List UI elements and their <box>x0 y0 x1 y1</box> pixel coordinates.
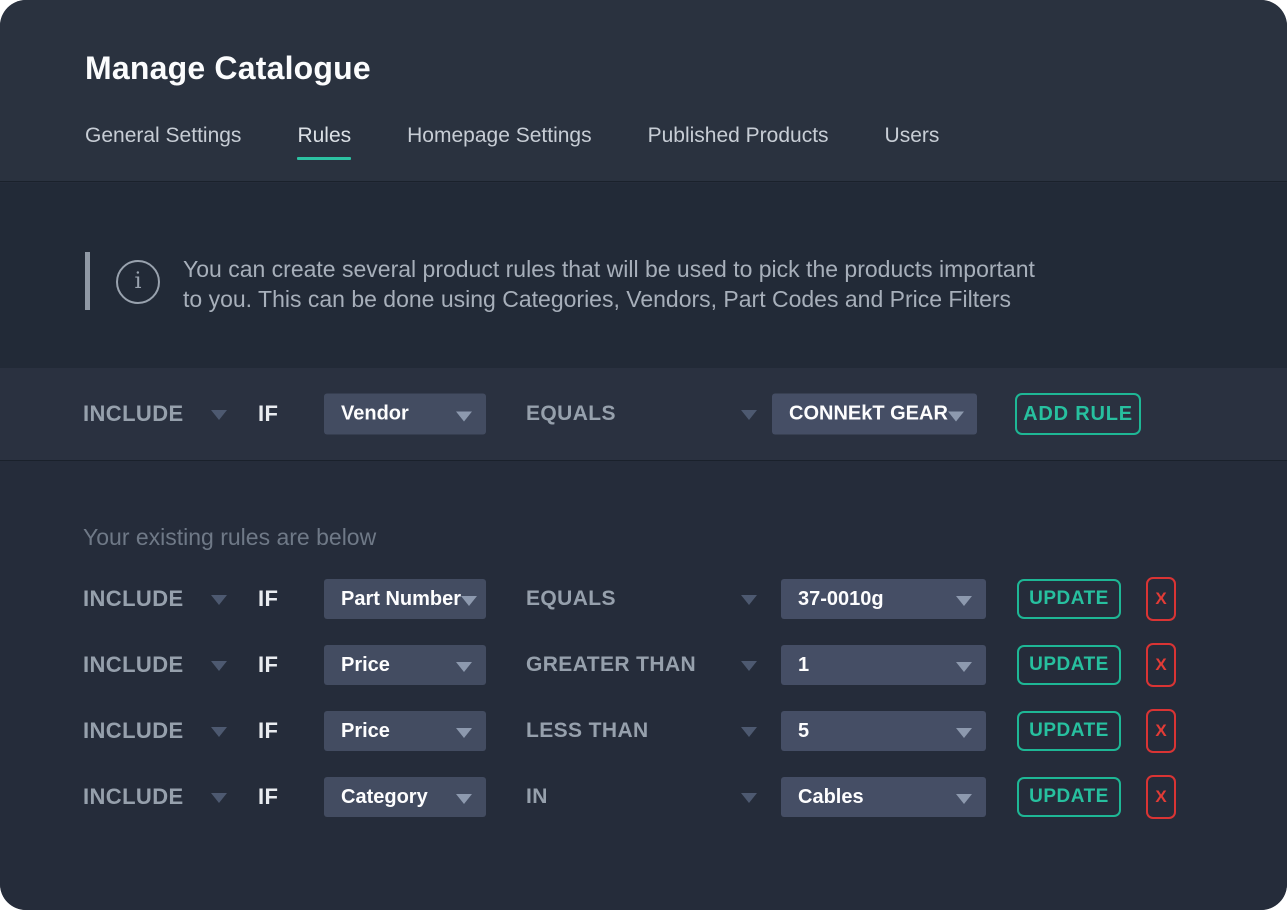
field-select[interactable]: Price <box>324 645 486 685</box>
info-icon: i <box>116 260 160 304</box>
operator-select-label[interactable]: IN <box>526 785 548 809</box>
field-select[interactable]: Vendor <box>324 394 486 435</box>
delete-rule-button[interactable]: X <box>1146 775 1176 819</box>
chevron-down-icon <box>456 411 472 421</box>
delete-rule-button[interactable]: X <box>1146 643 1176 687</box>
include-select-label[interactable]: INCLUDE <box>83 586 184 612</box>
chevron-down-icon[interactable] <box>741 595 757 605</box>
delete-rule-button[interactable]: X <box>1146 709 1176 753</box>
tab-homepage-settings[interactable]: Homepage Settings <box>407 124 591 160</box>
include-select-label[interactable]: INCLUDE <box>83 718 184 744</box>
tab-published-products[interactable]: Published Products <box>648 124 829 160</box>
manage-catalogue-panel: Manage Catalogue General Settings Rules … <box>0 0 1287 910</box>
chevron-down-icon[interactable] <box>211 595 227 605</box>
chevron-down-icon <box>948 411 964 421</box>
rules-list: INCLUDE IF Part Number EQUALS 37-0010g U… <box>0 579 1287 843</box>
value-select[interactable]: 37-0010g <box>781 579 986 619</box>
value-select[interactable]: CONNEkT GEAR <box>772 394 977 435</box>
operator-select-label[interactable]: EQUALS <box>526 402 616 426</box>
rule-row: INCLUDE IF Price LESS THAN 5 UPDATE X <box>0 711 1287 751</box>
rule-row: INCLUDE IF Part Number EQUALS 37-0010g U… <box>0 579 1287 619</box>
tab-rules[interactable]: Rules <box>297 124 351 160</box>
chevron-down-icon <box>956 728 972 738</box>
value-select-value: CONNEkT GEAR <box>789 403 948 426</box>
tab-users[interactable]: Users <box>885 124 940 160</box>
chevron-down-icon <box>956 596 972 606</box>
field-select[interactable]: Category <box>324 777 486 817</box>
include-select-label[interactable]: INCLUDE <box>83 401 184 427</box>
tab-general-settings[interactable]: General Settings <box>85 124 241 160</box>
update-button[interactable]: UPDATE <box>1017 711 1121 751</box>
value-select-value: 5 <box>798 720 809 743</box>
chevron-down-icon[interactable] <box>211 727 227 737</box>
rule-row: INCLUDE IF Category IN Cables UPDATE X <box>0 777 1287 817</box>
chevron-down-icon <box>956 794 972 804</box>
value-select[interactable]: 1 <box>781 645 986 685</box>
chevron-down-icon <box>461 596 477 606</box>
chevron-down-icon <box>956 662 972 672</box>
value-select-value: 1 <box>798 654 809 677</box>
operator-select-label[interactable]: LESS THAN <box>526 719 649 743</box>
info-accent-bar <box>85 252 90 310</box>
chevron-down-icon <box>456 794 472 804</box>
field-select-value: Vendor <box>341 403 409 426</box>
chevron-down-icon <box>456 662 472 672</box>
rule-row: INCLUDE IF Price GREATER THAN 1 UPDATE X <box>0 645 1287 685</box>
update-button[interactable]: UPDATE <box>1017 579 1121 619</box>
info-text-line2: to you. This can be done using Categorie… <box>183 284 1035 314</box>
chevron-down-icon[interactable] <box>211 410 227 420</box>
include-select-label[interactable]: INCLUDE <box>83 784 184 810</box>
if-label: IF <box>258 652 278 678</box>
existing-rules-section: Your existing rules are below INCLUDE IF… <box>0 462 1287 910</box>
update-button[interactable]: UPDATE <box>1017 777 1121 817</box>
info-icon-glyph: i <box>134 271 141 293</box>
field-select-value: Price <box>341 720 390 743</box>
field-select[interactable]: Part Number <box>324 579 486 619</box>
info-section: i You can create several product rules t… <box>0 183 1287 368</box>
value-select-value: 37-0010g <box>798 588 884 611</box>
header: Manage Catalogue General Settings Rules … <box>0 0 1287 182</box>
if-label: IF <box>258 401 278 427</box>
tab-bar: General Settings Rules Homepage Settings… <box>85 124 939 160</box>
chevron-down-icon[interactable] <box>211 661 227 671</box>
field-select-value: Category <box>341 786 428 809</box>
include-select-label[interactable]: INCLUDE <box>83 652 184 678</box>
chevron-down-icon[interactable] <box>741 410 757 420</box>
rule-builder: INCLUDE IF Vendor EQUALS CONNEkT GEAR AD… <box>0 368 1287 461</box>
value-select-value: Cables <box>798 786 864 809</box>
chevron-down-icon[interactable] <box>741 727 757 737</box>
chevron-down-icon <box>456 728 472 738</box>
info-text: You can create several product rules tha… <box>183 254 1035 314</box>
chevron-down-icon[interactable] <box>741 661 757 671</box>
operator-select-label[interactable]: EQUALS <box>526 587 616 611</box>
operator-select-label[interactable]: GREATER THAN <box>526 653 696 677</box>
if-label: IF <box>258 586 278 612</box>
field-select-value: Part Number <box>341 588 461 611</box>
field-select-value: Price <box>341 654 390 677</box>
delete-rule-button[interactable]: X <box>1146 577 1176 621</box>
page-title: Manage Catalogue <box>85 50 371 87</box>
value-select[interactable]: Cables <box>781 777 986 817</box>
update-button[interactable]: UPDATE <box>1017 645 1121 685</box>
if-label: IF <box>258 718 278 744</box>
field-select[interactable]: Price <box>324 711 486 751</box>
existing-rules-heading: Your existing rules are below <box>83 524 376 551</box>
chevron-down-icon[interactable] <box>211 793 227 803</box>
if-label: IF <box>258 784 278 810</box>
info-text-line1: You can create several product rules tha… <box>183 254 1035 284</box>
chevron-down-icon[interactable] <box>741 793 757 803</box>
value-select[interactable]: 5 <box>781 711 986 751</box>
add-rule-button[interactable]: ADD RULE <box>1015 393 1141 435</box>
